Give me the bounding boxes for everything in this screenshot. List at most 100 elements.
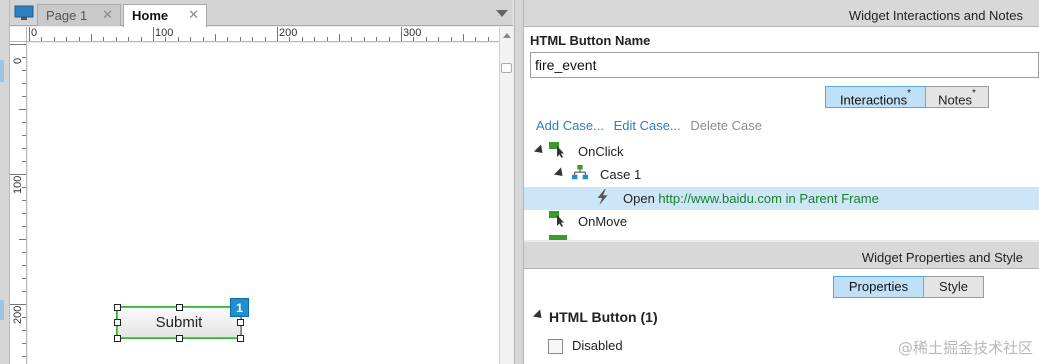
strip-marker — [0, 300, 4, 320]
tab-list-dropdown-icon[interactable] — [496, 10, 508, 17]
horizontal-ruler: 0 100 200 300 — [27, 27, 499, 42]
ruler-tick — [289, 37, 291, 41]
ruler-tick — [66, 37, 68, 41]
lightning-icon — [597, 189, 608, 205]
ruler-tick — [128, 37, 130, 41]
ruler-tick — [22, 148, 26, 149]
ruler-tick — [413, 37, 415, 41]
interactions-panel: Widget Interactions and Notes HTML Butto… — [524, 0, 1039, 240]
canvas-vertical-scrollbar[interactable] — [499, 27, 513, 364]
design-canvas[interactable] — [28, 43, 499, 364]
ruler-tick — [10, 44, 26, 45]
ruler-tick — [363, 37, 365, 41]
ruler-tick — [22, 317, 26, 318]
event-cursor-icon — [549, 142, 564, 158]
ruler-tick — [376, 37, 378, 41]
watermark: @稀土掘金技术社区 — [897, 339, 1033, 357]
ruler-tick — [19, 239, 26, 240]
submit-button-widget[interactable]: Submit — [116, 306, 242, 339]
ruler-label: 0 — [12, 57, 24, 64]
ruler-label: 100 — [12, 175, 24, 194]
ruler-tick — [22, 187, 26, 188]
tab-label: Notes — [938, 92, 973, 108]
ruler-tick — [165, 37, 167, 41]
button-name-input[interactable] — [530, 52, 1039, 78]
ruler-tick — [140, 37, 142, 41]
left-collapsed-strip[interactable] — [0, 0, 10, 364]
ruler-tick — [264, 37, 266, 41]
ruler-tick — [351, 37, 353, 41]
ruler-tick — [78, 37, 80, 41]
ruler-tick — [239, 37, 241, 41]
properties-panel: Widget Properties and Style Properties S… — [524, 242, 1039, 364]
tab-interactions[interactable]: Interactions* — [825, 86, 926, 108]
ruler-label: 200 — [279, 27, 298, 39]
action-verb: Open — [623, 191, 659, 206]
tab-label: Home — [132, 8, 169, 23]
ruler-tick — [10, 174, 26, 175]
ruler-tick — [190, 37, 192, 41]
ruler-tick — [22, 135, 26, 136]
resize-handle[interactable] — [114, 335, 121, 342]
modified-mark: * — [907, 88, 912, 99]
resize-handle[interactable] — [176, 335, 183, 342]
sitemap-icon[interactable] — [13, 4, 35, 22]
scroll-up-icon[interactable] — [503, 33, 511, 38]
resize-handle[interactable] — [114, 319, 121, 326]
page-tabbar: Page 1 ✕ Home ✕ — [10, 0, 513, 27]
event-cursor-icon — [549, 235, 567, 240]
edit-case-link[interactable]: Edit Case... — [614, 118, 681, 133]
close-icon[interactable]: ✕ — [188, 7, 199, 23]
ruler-tick — [475, 37, 477, 41]
ruler-tick — [22, 330, 26, 331]
strip-marker — [0, 60, 4, 82]
event-cursor-icon — [549, 211, 564, 227]
add-case-link[interactable]: Add Case... — [536, 118, 604, 133]
ruler-tick — [326, 37, 328, 41]
ruler-tick — [22, 57, 26, 58]
ruler-tick — [53, 37, 55, 41]
collapse-triangle-icon[interactable] — [532, 309, 546, 322]
tab-properties[interactable]: Properties — [833, 276, 924, 298]
ruler-label: 0 — [31, 27, 38, 39]
tab-style[interactable]: Style — [923, 276, 984, 298]
expand-triangle-icon[interactable] — [553, 167, 567, 180]
ruler-tick — [22, 70, 26, 71]
action-target: in Parent Frame — [781, 191, 879, 206]
tab-page-1[interactable]: Page 1 ✕ — [37, 4, 121, 26]
ruler-label: 200 — [12, 305, 24, 324]
ruler-tick — [487, 37, 489, 41]
delete-case-link: Delete Case — [690, 118, 762, 133]
ruler-tick — [314, 37, 316, 41]
ruler-tick — [22, 122, 26, 123]
panel-splitter[interactable] — [514, 0, 524, 364]
expand-triangle-icon[interactable] — [533, 144, 547, 157]
tree-case-1[interactable]: Case 1 — [524, 163, 1039, 186]
ruler-tick — [450, 37, 452, 41]
ruler-tick — [22, 96, 26, 97]
modified-mark: * — [972, 88, 976, 99]
resize-handle[interactable] — [114, 304, 121, 311]
ruler-tick — [277, 27, 278, 41]
tree-event-onmove[interactable]: OnMove — [524, 211, 1039, 234]
ruler-tick — [215, 34, 216, 41]
resize-handle[interactable] — [237, 319, 244, 326]
disabled-checkbox[interactable] — [548, 339, 563, 354]
ruler-tick — [252, 37, 254, 41]
resize-handle[interactable] — [176, 304, 183, 311]
tab-home[interactable]: Home ✕ — [123, 4, 207, 27]
ruler-label: 100 — [155, 27, 174, 39]
scroll-thumb[interactable] — [501, 63, 512, 73]
ruler-tick — [153, 27, 154, 41]
ruler-tick — [22, 265, 26, 266]
ruler-tick — [22, 213, 26, 214]
ruler-tick — [425, 37, 427, 41]
tree-event-onclick[interactable]: OnClick — [524, 140, 1039, 163]
resize-handle[interactable] — [237, 335, 244, 342]
ruler-tick — [388, 37, 390, 41]
ruler-tick — [22, 356, 26, 357]
ruler-tick — [22, 278, 26, 279]
close-icon[interactable]: ✕ — [102, 7, 113, 23]
tree-action-open[interactable]: Open http://www.baidu.com in Parent Fram… — [524, 187, 1039, 210]
tab-notes[interactable]: Notes* — [925, 86, 989, 108]
